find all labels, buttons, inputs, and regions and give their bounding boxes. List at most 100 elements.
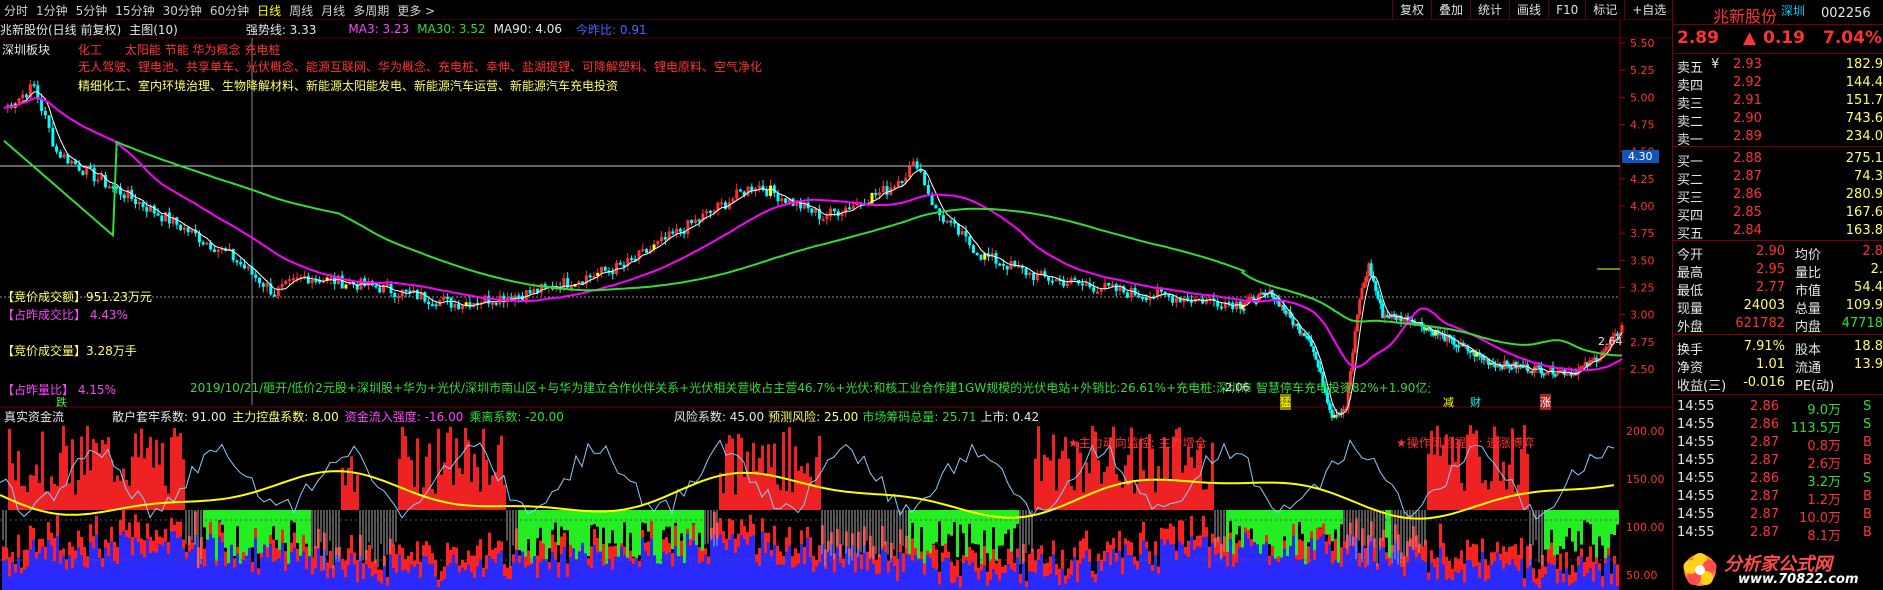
- red-flow-bar: [1016, 548, 1019, 558]
- red-flow-bar: [764, 532, 767, 554]
- red-flow-bar: [74, 550, 77, 559]
- candle-body: [137, 202, 141, 205]
- outflow-bar: [242, 510, 245, 553]
- candle-body: [814, 208, 818, 213]
- outflow-bar: [518, 510, 521, 551]
- red-flow-bar: [1484, 558, 1487, 582]
- outflow-bar: [950, 510, 953, 536]
- inflow-bar: [74, 494, 77, 510]
- blue-flow-bar: [947, 558, 950, 590]
- blue-flow-bar: [404, 569, 407, 590]
- red-flow-bar: [1178, 520, 1181, 542]
- blue-flow-bar: [965, 560, 968, 590]
- blue-flow-bar: [1046, 576, 1049, 590]
- blue-flow-bar: [44, 559, 47, 590]
- red-flow-bar: [1157, 566, 1160, 574]
- outflow-bar: [290, 510, 293, 521]
- red-flow-bar: [953, 565, 956, 583]
- red-flow-bar: [1475, 544, 1478, 566]
- outflow-bar: [1226, 510, 1229, 552]
- candle-body: [678, 228, 682, 232]
- outflow-bar: [1556, 510, 1559, 555]
- blue-flow-bar: [167, 554, 170, 590]
- stock-code: 002256: [1821, 6, 1871, 21]
- blue-flow-bar: [1244, 532, 1247, 590]
- red-flow-bar: [737, 533, 740, 547]
- candle-body: [141, 202, 145, 208]
- candle-body: [851, 205, 855, 209]
- red-flow-bar: [1292, 524, 1295, 536]
- ask-volume: 144.4: [1845, 75, 1883, 90]
- red-flow-bar: [1199, 535, 1202, 548]
- candle-body: [1032, 272, 1036, 280]
- blue-flow-bar: [1121, 574, 1124, 590]
- candle-body: [926, 184, 930, 194]
- red-flow-bar: [1526, 545, 1529, 569]
- blue-flow-bar: [1385, 559, 1388, 590]
- candle-body: [784, 198, 788, 203]
- blue-flow-bar: [455, 563, 458, 590]
- subchart-header: 真实资金流 散户套牢系数: 91.00 主力控盘系数: 8.00 资金流入强度: -…: [0, 408, 1672, 424]
- red-flow-bar: [182, 539, 185, 549]
- candle-body: [1092, 287, 1096, 292]
- candle-body: [686, 220, 690, 235]
- red-flow-bar: [137, 522, 140, 543]
- ma-mid-line: [3, 97, 1623, 372]
- blue-flow-bar: [1196, 546, 1199, 590]
- red-flow-bar: [251, 561, 254, 573]
- candle-body: [96, 179, 100, 182]
- candle-body: [968, 236, 972, 246]
- red-flow-bar: [1076, 560, 1079, 583]
- candle-body: [1365, 276, 1369, 283]
- red-flow-bar: [590, 546, 593, 569]
- red-flow-bar: [1319, 528, 1322, 537]
- red-flow-bar: [437, 579, 440, 588]
- blue-flow-bar: [1097, 561, 1100, 590]
- price-axis-label: 4.75: [1630, 119, 1655, 132]
- inflow-bar: [92, 439, 95, 510]
- outflow-bar: [932, 510, 935, 544]
- outflow-bar: [233, 510, 236, 557]
- outflow-bar: [908, 510, 911, 554]
- outflow-bar: [539, 510, 542, 528]
- candle-body: [1024, 268, 1028, 276]
- red-flow-bar: [719, 518, 722, 535]
- red-flow-bar: [1151, 564, 1154, 572]
- red-flow-bar: [1430, 550, 1433, 563]
- blue-flow-bar: [1082, 558, 1085, 590]
- outflow-bar: [1286, 510, 1289, 557]
- outflow-bar: [1262, 510, 1265, 545]
- tick-row: 14:55 2.86 3.2万 S: [1673, 470, 1883, 490]
- bid-price: 2.85: [1733, 205, 1762, 220]
- candle-body: [1084, 283, 1088, 286]
- red-flow-bar: [539, 540, 542, 563]
- inflow-bar: [1100, 483, 1103, 510]
- blue-flow-bar: [548, 569, 551, 590]
- inflow-bar: [56, 485, 59, 510]
- candle-body: [261, 283, 265, 287]
- outflow-bar: [653, 510, 656, 556]
- outflow-bar: [1244, 510, 1247, 528]
- inflow-bar: [734, 494, 737, 510]
- outflow-bar: [1277, 510, 1280, 557]
- bid-price: 2.84: [1733, 223, 1762, 238]
- red-flow-bar: [422, 545, 425, 557]
- inflow-bar: [767, 444, 770, 510]
- red-flow-bar: [449, 549, 452, 564]
- blue-flow-bar: [185, 558, 188, 590]
- blue-flow-bar: [1151, 571, 1154, 590]
- red-flow-bar: [1496, 542, 1499, 553]
- subchart-name[interactable]: 真实资金流: [4, 408, 64, 425]
- outflow-bar: [1307, 510, 1310, 543]
- blue-flow-bar: [1088, 562, 1091, 590]
- inflow-bar: [776, 484, 779, 510]
- red-flow-bar: [1052, 540, 1055, 555]
- red-flow-bar: [638, 561, 641, 568]
- blue-flow-bar: [569, 557, 572, 590]
- candle-body: [750, 186, 754, 191]
- red-flow-bar: [1520, 537, 1523, 560]
- sector-tags-red: 无人驾驶、锂电池、共享单车、光伏概念、能源互联网、华为概念、充电桩、幸伸、盐湖提…: [78, 60, 763, 74]
- blue-flow-bar: [1454, 571, 1457, 590]
- outflow-bar: [257, 510, 260, 554]
- outflow-bar: [569, 510, 572, 545]
